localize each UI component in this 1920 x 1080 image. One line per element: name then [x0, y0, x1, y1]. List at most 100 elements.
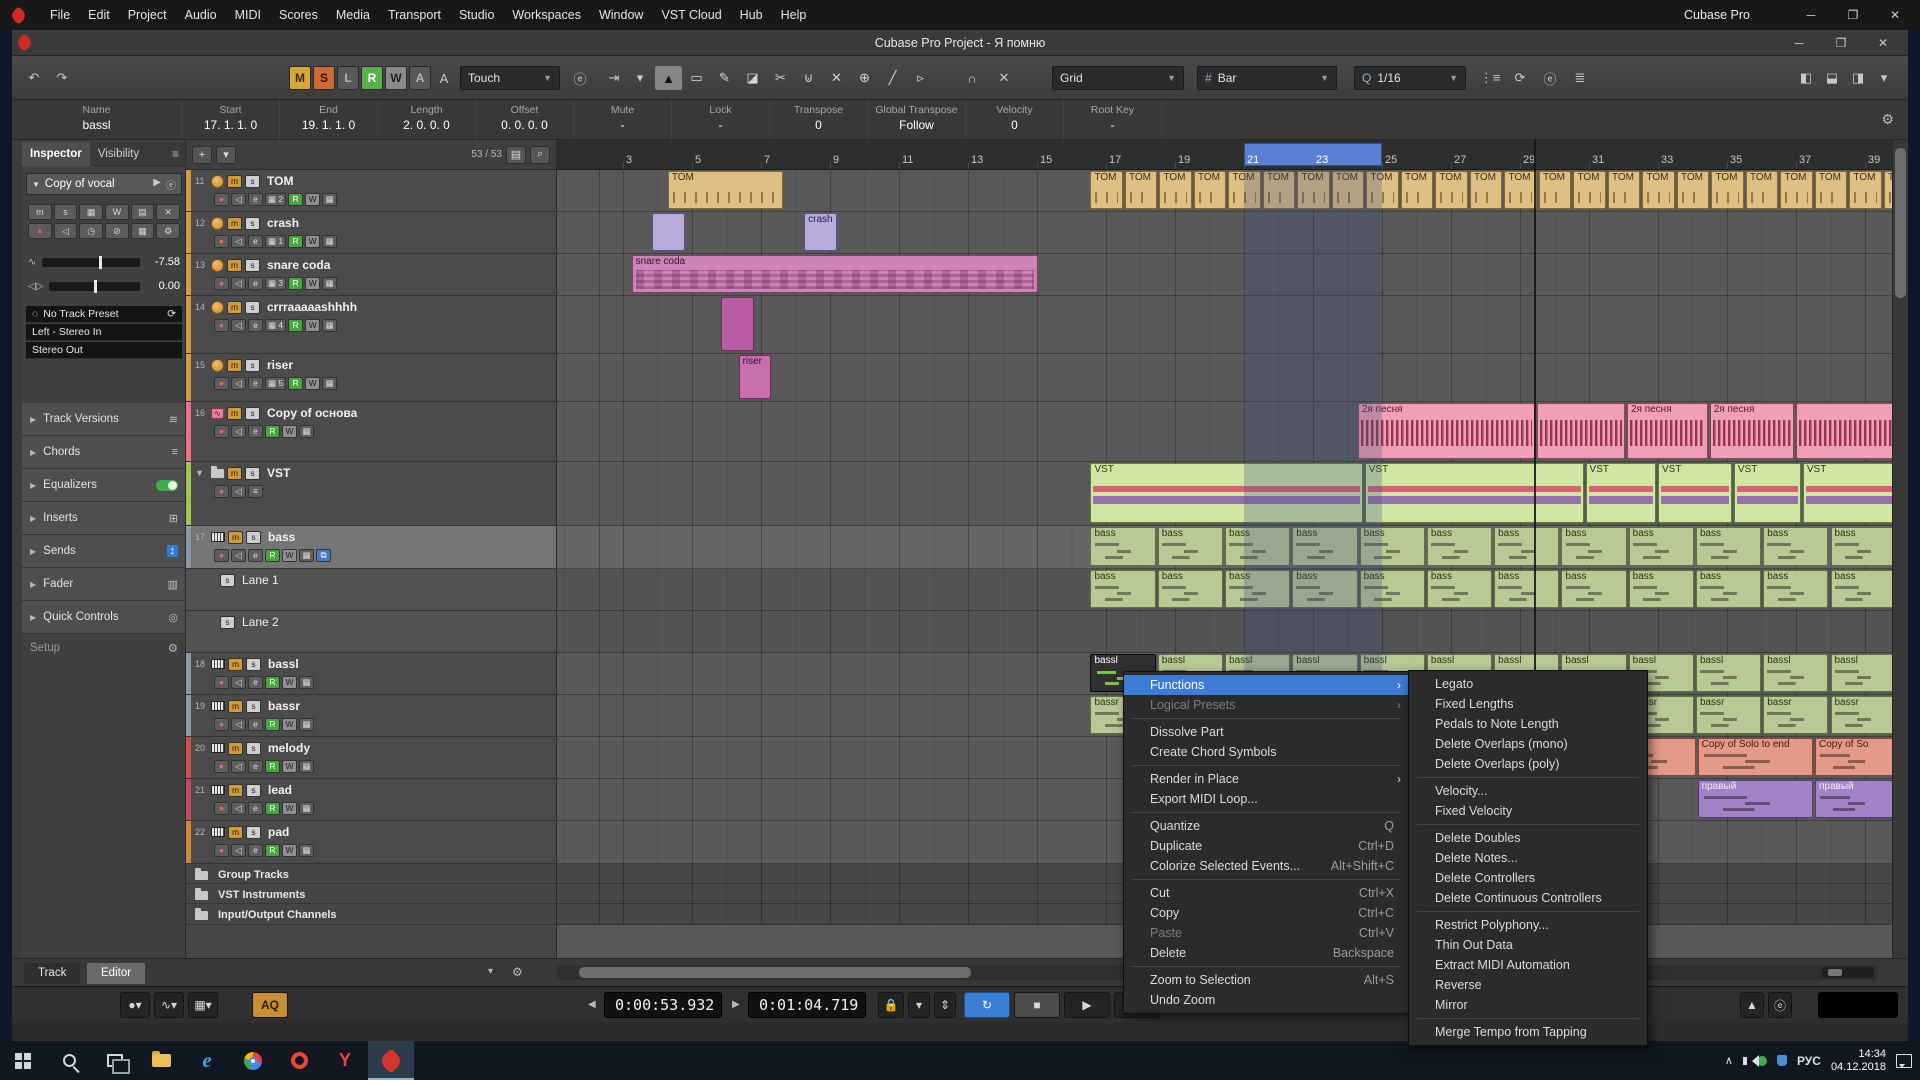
- lane-display-button[interactable]: ▦: [322, 319, 337, 332]
- menu-item-mirror[interactable]: Mirror: [1409, 995, 1647, 1015]
- tempo-icon[interactable]: ⓔ: [1768, 992, 1792, 1018]
- record-enable-button[interactable]: ●: [28, 223, 52, 239]
- track-row-bassl[interactable]: 18msbassl●◁eRW▦: [186, 653, 556, 695]
- menu-item-undo-zoom[interactable]: Undo Zoom: [1124, 990, 1408, 1010]
- state-button-r[interactable]: R: [361, 66, 383, 90]
- track-row-input-output-channels[interactable]: Input/Output Channels: [186, 904, 556, 925]
- menu-item-logical-presets[interactable]: Logical Presets›: [1124, 695, 1408, 715]
- find-tracks-icon[interactable]: ⌕: [530, 146, 550, 164]
- minimize-icon[interactable]: ─: [1790, 0, 1832, 30]
- volume-slider-thumb[interactable]: [99, 256, 102, 269]
- solo-button[interactable]: s: [245, 259, 260, 272]
- grid-type-dropdown[interactable]: # Bar▼: [1197, 66, 1337, 90]
- zoom-tool[interactable]: ⊕: [851, 66, 878, 90]
- event-block[interactable]: TOM: [1401, 171, 1434, 209]
- stop-button[interactable]: ■: [1014, 992, 1060, 1018]
- taskbar-clock[interactable]: 14:34 04.12.2018: [1831, 1048, 1886, 1074]
- event-block[interactable]: crash: [804, 213, 837, 251]
- lock-punch-icon[interactable]: 🔒: [878, 992, 904, 1018]
- edit-channel-button[interactable]: e: [248, 277, 263, 290]
- volume-tray-icon[interactable]: [1743, 1057, 1747, 1065]
- record-enable-button[interactable]: ●: [214, 425, 229, 438]
- edit-channel-button[interactable]: e: [248, 760, 263, 773]
- edit-channel-button[interactable]: e: [248, 235, 263, 248]
- read-automation-button[interactable]: R: [288, 319, 303, 332]
- tab-editor[interactable]: Editor: [87, 963, 145, 984]
- track-settings-gear-icon[interactable]: ⚙: [512, 965, 523, 979]
- align-icon[interactable]: ≣: [1568, 66, 1592, 90]
- inspector-section-quick-controls[interactable]: ▶Quick Controls◎: [22, 601, 186, 634]
- event-block[interactable]: TOM: [1297, 171, 1330, 209]
- state-button-m[interactable]: M: [289, 66, 311, 90]
- track-row-lane-2[interactable]: sLane 2: [186, 611, 556, 653]
- edit-channel-icon[interactable]: ⓔ: [166, 177, 176, 192]
- event-block[interactable]: TOM: [1711, 171, 1744, 209]
- read-automation-button[interactable]: R: [265, 718, 280, 731]
- edit-channel-button[interactable]: e: [248, 802, 263, 815]
- solo-button[interactable]: s: [220, 574, 235, 587]
- event-block[interactable]: bass: [1494, 570, 1559, 608]
- event-block[interactable]: TOM: [1435, 171, 1468, 209]
- event-block[interactable]: VST: [1090, 463, 1362, 523]
- event-block[interactable]: bass: [1561, 570, 1626, 608]
- vertical-scrollbar[interactable]: [1892, 140, 1907, 958]
- time-base-icon[interactable]: ◷: [79, 223, 103, 239]
- event-block[interactable]: TOM: [1608, 171, 1641, 209]
- read-automation-button[interactable]: R: [288, 193, 303, 206]
- tab-track[interactable]: Track: [24, 963, 80, 984]
- event-block[interactable]: TOM: [1228, 171, 1261, 209]
- info-field-offset[interactable]: Offset0. 0. 0. 0: [476, 100, 574, 140]
- mute-button[interactable]: m: [227, 259, 242, 272]
- menu-item-cut[interactable]: CutCtrl+X: [1124, 883, 1408, 903]
- os-menu-scores[interactable]: Scores: [270, 8, 327, 22]
- edit-channel-button[interactable]: e: [248, 844, 263, 857]
- monitor-button[interactable]: ◁: [231, 193, 246, 206]
- menu-item-legato[interactable]: Legato: [1409, 674, 1647, 694]
- event-block[interactable]: TOM: [1642, 171, 1675, 209]
- action-center-icon[interactable]: [1896, 1054, 1912, 1068]
- erase-tool[interactable]: ◪: [739, 66, 766, 90]
- eq-toggle[interactable]: [156, 480, 178, 491]
- info-field-root-key[interactable]: Root Key-: [1064, 100, 1162, 140]
- refresh-icon[interactable]: ⟳: [167, 308, 176, 320]
- monitor-button[interactable]: ◁: [231, 485, 246, 498]
- tab-visibility[interactable]: Visibility: [90, 142, 147, 166]
- record-enable-button[interactable]: ●: [214, 235, 229, 248]
- monitor-button[interactable]: ◁: [231, 802, 246, 815]
- track-row-lane-1[interactable]: sLane 1: [186, 569, 556, 611]
- mute-button[interactable]: m: [227, 217, 242, 230]
- drum-map-slot[interactable]: ▦ 5: [265, 377, 286, 390]
- read-automation-button[interactable]: R: [288, 377, 303, 390]
- event-block[interactable]: 2я песня: [1627, 403, 1708, 459]
- menu-item-copy[interactable]: CopyCtrl+C: [1124, 903, 1408, 923]
- glue-tool[interactable]: ⊍: [795, 66, 822, 90]
- mute-button[interactable]: m: [228, 826, 243, 839]
- filter-tracks-icon[interactable]: ▤: [506, 146, 526, 164]
- solo-button[interactable]: s: [246, 700, 261, 713]
- monitor-button[interactable]: ◁: [231, 377, 246, 390]
- edit-channel-button[interactable]: e: [248, 193, 263, 206]
- lane-display-button[interactable]: ▦: [299, 844, 314, 857]
- track-scale-chevron-icon[interactable]: ▾: [488, 966, 493, 977]
- event-block[interactable]: VST: [1658, 463, 1732, 523]
- output-routing-row[interactable]: Stereo Out: [26, 342, 182, 359]
- edit-channel-button[interactable]: e: [248, 319, 263, 332]
- monitor-button[interactable]: ◁: [54, 223, 78, 239]
- event-block[interactable]: TOM: [1332, 171, 1365, 209]
- menu-item-delete-notes[interactable]: Delete Notes...: [1409, 848, 1647, 868]
- folder-caret-icon[interactable]: ▼: [195, 468, 208, 478]
- group-edit-button[interactable]: ≡: [248, 485, 263, 498]
- mute-button[interactable]: m: [228, 531, 243, 544]
- solo-button[interactable]: s: [246, 784, 261, 797]
- lane-display-button[interactable]: ▦: [299, 802, 314, 815]
- read-automation-button[interactable]: R: [288, 277, 303, 290]
- play-tool[interactable]: ▹: [907, 66, 934, 90]
- lane-row-copy-of-основа[interactable]: 2я песня2я песня2я песня: [557, 402, 1892, 462]
- state-button-w[interactable]: W: [385, 66, 407, 90]
- track-row-lead[interactable]: 21mslead●◁eRW▦: [186, 779, 556, 821]
- event-block[interactable]: VST: [1586, 463, 1656, 523]
- lane-display-button[interactable]: ▦: [299, 676, 314, 689]
- menu-item-delete[interactable]: DeleteBackspace: [1124, 943, 1408, 963]
- menu-item-dissolve-part[interactable]: Dissolve Part: [1124, 722, 1408, 742]
- monitor-button[interactable]: ◁: [231, 277, 246, 290]
